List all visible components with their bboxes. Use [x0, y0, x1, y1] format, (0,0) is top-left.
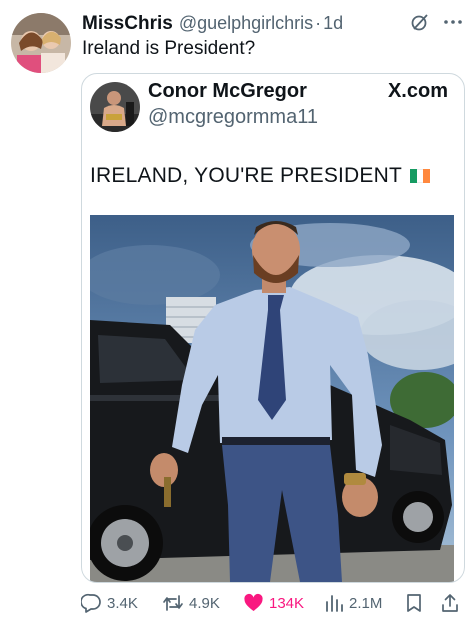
- share-button[interactable]: [441, 593, 459, 613]
- quoted-avatar[interactable]: [90, 82, 140, 132]
- quoted-text: IRELAND, YOU'RE PRESIDENT: [90, 164, 431, 188]
- post-time[interactable]: 1d: [323, 13, 343, 34]
- reply-count: 3.4K: [107, 594, 138, 612]
- author-name[interactable]: MissChris: [82, 13, 173, 35]
- post-text: Ireland is President?: [82, 38, 256, 59]
- grok-icon[interactable]: [410, 12, 430, 37]
- repost-icon: [163, 595, 183, 611]
- reply-button[interactable]: 3.4K: [81, 593, 138, 613]
- author-handle[interactable]: @guelphgirlchris: [179, 13, 313, 34]
- ireland-flag-icon: [410, 169, 431, 183]
- quoted-photo[interactable]: [90, 215, 454, 582]
- action-bar: 3.4K 4.9K 134K 2.1M: [0, 591, 474, 619]
- quoted-author-name[interactable]: Conor McGregor: [148, 80, 307, 103]
- like-icon: [244, 593, 263, 611]
- post-header: MissChris @guelphgirlchris · 1d: [82, 13, 464, 35]
- quoted-author-handle[interactable]: @mcgregormma11: [148, 106, 318, 129]
- quoted-post[interactable]: Conor McGregor @mcgregormma11 X.com IREL…: [81, 73, 465, 583]
- bookmark-icon: [407, 594, 421, 612]
- header-icons: [410, 12, 464, 37]
- author-avatar[interactable]: [11, 13, 71, 73]
- bookmark-button[interactable]: [405, 593, 423, 613]
- like-button[interactable]: 134K: [243, 593, 304, 613]
- views-count: 2.1M: [349, 594, 383, 612]
- repost-button[interactable]: 4.9K: [162, 593, 220, 613]
- repost-count: 4.9K: [189, 594, 220, 612]
- like-count: 134K: [269, 594, 305, 612]
- quoted-text-content: IRELAND, YOU'RE PRESIDENT: [90, 164, 403, 187]
- quoted-site-label[interactable]: X.com: [388, 80, 448, 103]
- more-icon[interactable]: [442, 12, 464, 37]
- share-icon: [442, 594, 458, 612]
- separator: ·: [315, 13, 322, 33]
- reply-icon: [81, 593, 101, 613]
- views-button[interactable]: 2.1M: [324, 593, 382, 613]
- views-icon: [326, 595, 343, 612]
